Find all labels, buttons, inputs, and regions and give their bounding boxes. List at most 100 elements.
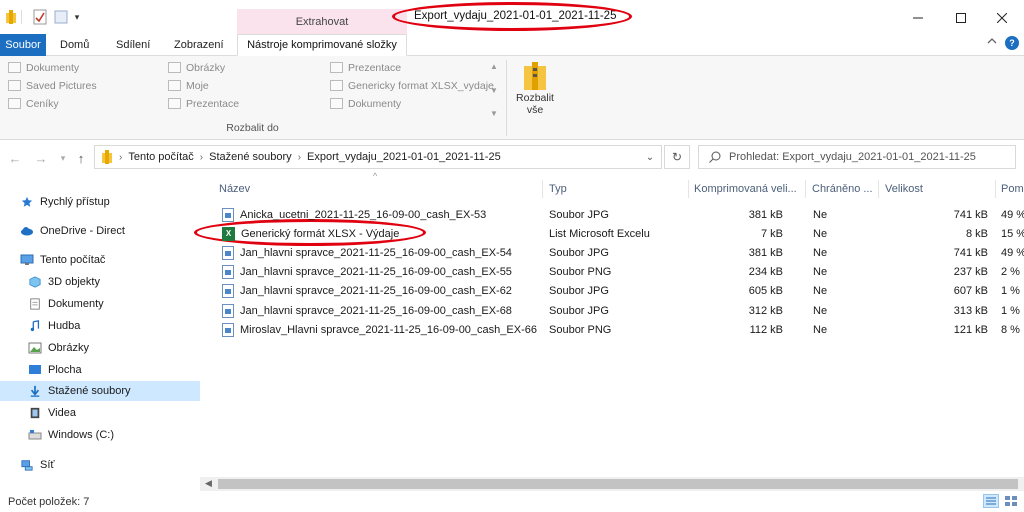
- column-header-size[interactable]: Velikost: [885, 180, 923, 198]
- file-name-cell[interactable]: Jan_hlavni spravce_2021-11-25_16-09-00_c…: [222, 243, 512, 262]
- pictures-icon: [28, 342, 42, 354]
- context-tab-header: Extrahovat: [237, 9, 407, 35]
- sidebar-item-this-pc[interactable]: Tento počítač: [0, 250, 200, 270]
- file-compressed-size-cell: 7 kB: [760, 227, 783, 240]
- gallery-scroller[interactable]: ▲ ▼ ▼: [488, 62, 500, 118]
- forward-arrow-icon[interactable]: →: [32, 150, 50, 166]
- gallery-item[interactable]: Dokumenty: [330, 96, 494, 111]
- tab-share[interactable]: Sdílení: [108, 34, 158, 56]
- file-compressed-size-cell: 381 kB: [748, 246, 783, 259]
- file-name-cell[interactable]: Jan_hlavni spravce_2021-11-25_16-09-00_c…: [222, 301, 512, 320]
- address-bar[interactable]: › Tento počítač › Stažené soubory › Expo…: [94, 145, 662, 169]
- tab-home[interactable]: Domů: [52, 34, 97, 56]
- scrollbar-thumb[interactable]: [218, 479, 1018, 489]
- breadcrumb-separator-icon: ›: [119, 151, 123, 163]
- gallery-item[interactable]: Dokumenty: [8, 60, 97, 75]
- scroll-left-icon[interactable]: ◀: [205, 478, 212, 489]
- minimize-icon[interactable]: [895, 4, 941, 32]
- properties-icon[interactable]: [32, 8, 48, 26]
- sidebar-item-documents[interactable]: Dokumenty: [0, 294, 200, 314]
- maximize-icon[interactable]: [938, 4, 984, 32]
- tab-view[interactable]: Zobrazení: [166, 34, 232, 56]
- breadcrumb-item[interactable]: Stažené soubory: [209, 151, 292, 163]
- extract-all-button[interactable]: Rozbalit vše: [512, 60, 558, 120]
- folder-icon: [168, 62, 181, 73]
- file-compressed-size-cell: 381 kB: [748, 208, 783, 221]
- file-name-cell[interactable]: Miroslav_Hlavni spravce_2021-11-25_16-09…: [222, 320, 537, 339]
- gallery-item[interactable]: Prezentace: [168, 96, 239, 111]
- gallery-item[interactable]: Ceníky: [8, 96, 97, 111]
- file-row[interactable]: Jan_hlavni spravce_2021-11-25_16-09-00_c…: [210, 301, 1024, 320]
- gallery-up-icon[interactable]: ▲: [490, 62, 498, 71]
- column-divider[interactable]: [995, 180, 996, 198]
- sidebar-item-3d-objects[interactable]: 3D objekty: [0, 272, 200, 292]
- refresh-icon[interactable]: ↻: [664, 145, 690, 169]
- up-arrow-icon[interactable]: ↑: [72, 150, 90, 166]
- sidebar-item-network[interactable]: Síť: [0, 455, 200, 475]
- file-protected-cell: Ne: [813, 304, 828, 317]
- collapse-ribbon-icon[interactable]: [986, 36, 1000, 50]
- column-divider[interactable]: [805, 180, 806, 198]
- tab-file[interactable]: Soubor: [0, 34, 46, 56]
- folder-icon: [8, 80, 21, 91]
- column-header-type[interactable]: Typ: [549, 180, 567, 198]
- gallery-down-icon[interactable]: ▼: [490, 86, 498, 95]
- breadcrumb-item[interactable]: Tento počítač: [128, 151, 193, 163]
- sidebar-item-downloads[interactable]: Stažené soubory: [0, 381, 200, 401]
- sidebar-item-music[interactable]: Hudba: [0, 316, 200, 336]
- file-row[interactable]: X Generický formát XLSX - Výdaje List Micr…: [210, 224, 1024, 243]
- file-row[interactable]: Jan_hlavni spravce_2021-11-25_16-09-00_c…: [210, 263, 1024, 282]
- gallery-item[interactable]: Genericky format XLSX_vydaje: [330, 78, 494, 93]
- column-divider[interactable]: [542, 180, 543, 198]
- sidebar-item-pictures[interactable]: Obrázky: [0, 338, 200, 358]
- column-divider[interactable]: [688, 180, 689, 198]
- file-row[interactable]: Miroslav_Hlavni spravce_2021-11-25_16-09…: [210, 320, 1024, 339]
- file-type-cell: List Microsoft Excelu: [549, 227, 650, 240]
- column-divider[interactable]: [878, 180, 879, 198]
- extract-gallery-col2: Obrázky Moje Prezentace: [168, 60, 239, 111]
- new-folder-icon[interactable]: [54, 8, 68, 26]
- file-name-cell[interactable]: X Generický formát XLSX - Výdaje: [222, 224, 399, 243]
- file-type-cell: Soubor JPG: [549, 304, 609, 317]
- sidebar-item-quick-access[interactable]: Rychlý přístup: [0, 192, 200, 212]
- column-header-ratio[interactable]: Pom: [1001, 180, 1024, 198]
- search-box[interactable]: Prohledat: Export_vydaju_2021-01-01_2021…: [698, 145, 1016, 169]
- document-icon: [30, 298, 40, 310]
- image-file-icon: [222, 245, 234, 260]
- search-placeholder: Prohledat: Export_vydaju_2021-01-01_2021…: [729, 151, 976, 163]
- file-name-cell[interactable]: Jan_hlavni spravce_2021-11-25_16-09-00_c…: [222, 282, 512, 301]
- folder-quick-icon[interactable]: [4, 8, 18, 26]
- column-header-compressed[interactable]: Komprimovaná veli...: [694, 180, 797, 198]
- details-view-icon[interactable]: [983, 494, 999, 508]
- file-name-cell[interactable]: Jan_hlavni spravce_2021-11-25_16-09-00_c…: [222, 263, 512, 282]
- gallery-item[interactable]: Moje: [168, 78, 239, 93]
- help-icon[interactable]: ?: [1005, 36, 1019, 50]
- file-name: Jan_hlavni spravce_2021-11-25_16-09-00_c…: [240, 246, 512, 259]
- gallery-item[interactable]: Saved Pictures: [8, 78, 97, 93]
- file-row[interactable]: Jan_hlavni spravce_2021-11-25_16-09-00_c…: [210, 282, 1024, 301]
- ribbon-divider: [506, 60, 507, 136]
- file-name-cell[interactable]: Anicka_ucetni_2021-11-25_16-09-00_cash_E…: [222, 205, 486, 224]
- computer-icon: [20, 254, 34, 265]
- folder-icon: [8, 98, 21, 109]
- gallery-more-icon[interactable]: ▼: [490, 109, 498, 118]
- tab-compressed-tools[interactable]: Nástroje komprimované složky: [237, 34, 407, 56]
- back-arrow-icon[interactable]: ←: [6, 150, 24, 166]
- gallery-item[interactable]: Prezentace: [330, 60, 494, 75]
- file-row[interactable]: Anicka_ucetni_2021-11-25_16-09-00_cash_E…: [210, 205, 1024, 224]
- recent-chevron-icon[interactable]: ▾: [54, 150, 72, 166]
- customize-toolbar-icon[interactable]: ▾: [72, 8, 82, 26]
- file-row[interactable]: Jan_hlavni spravce_2021-11-25_16-09-00_c…: [210, 243, 1024, 262]
- large-icons-view-icon[interactable]: [1003, 494, 1019, 508]
- sidebar-item-windows-drive[interactable]: Windows (C:): [0, 425, 200, 445]
- sidebar-item-desktop[interactable]: Plocha: [0, 360, 200, 380]
- star-icon: [21, 196, 33, 207]
- sidebar-item-onedrive[interactable]: OneDrive - Direct: [0, 221, 200, 241]
- address-dropdown-icon[interactable]: ⌄: [641, 146, 659, 168]
- close-icon[interactable]: [979, 4, 1024, 32]
- gallery-item[interactable]: Obrázky: [168, 60, 239, 75]
- breadcrumb-item[interactable]: Export_vydaju_2021-01-01_2021-11-25: [307, 151, 501, 163]
- sidebar-item-videos[interactable]: Videa: [0, 403, 200, 423]
- column-header-protected[interactable]: Chráněno ...: [812, 180, 873, 198]
- column-header-name[interactable]: Název: [219, 180, 250, 198]
